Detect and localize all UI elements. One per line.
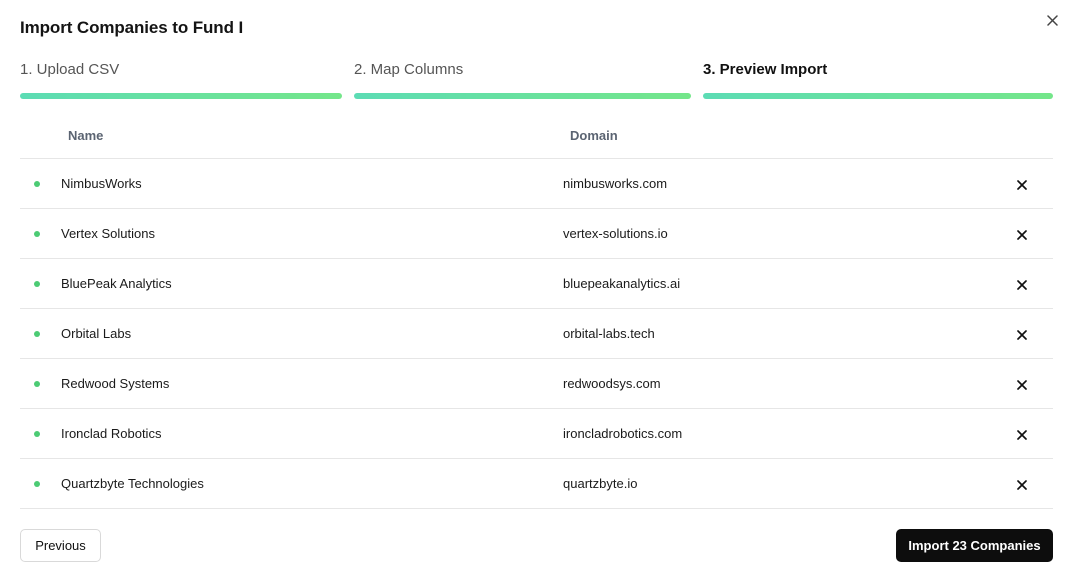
status-dot bbox=[34, 381, 40, 387]
status-dot bbox=[34, 481, 40, 487]
remove-row-button[interactable] bbox=[1014, 327, 1030, 343]
company-domain: redwoodsys.com bbox=[563, 376, 661, 391]
import-modal: Import Companies to Fund I 1. Upload CSV… bbox=[0, 0, 1072, 583]
x-icon bbox=[1017, 230, 1027, 240]
status-dot bbox=[34, 281, 40, 287]
company-name: Redwood Systems bbox=[61, 376, 170, 391]
company-name: Quartzbyte Technologies bbox=[61, 476, 204, 491]
import-companies-button[interactable]: Import 23 Companies bbox=[896, 529, 1053, 562]
company-domain: vertex-solutions.io bbox=[563, 226, 668, 241]
status-dot bbox=[34, 231, 40, 237]
company-domain: quartzbyte.io bbox=[563, 476, 638, 491]
company-name: Vertex Solutions bbox=[61, 226, 155, 241]
status-dot bbox=[34, 181, 40, 187]
status-dot bbox=[34, 431, 40, 437]
company-name: Ironclad Robotics bbox=[61, 426, 162, 441]
company-name: BluePeak Analytics bbox=[61, 276, 172, 291]
company-domain: ironcladrobotics.com bbox=[563, 426, 683, 441]
table-row: Redwood Systems redwoodsys.com bbox=[20, 359, 1053, 409]
modal-title: Import Companies to Fund I bbox=[20, 18, 244, 37]
column-header-domain: Domain bbox=[570, 128, 618, 143]
remove-row-button[interactable] bbox=[1014, 377, 1030, 393]
remove-row-button[interactable] bbox=[1014, 227, 1030, 243]
remove-row-button[interactable] bbox=[1014, 277, 1030, 293]
table-row: Vertex Solutions vertex-solutions.io bbox=[20, 209, 1053, 259]
company-domain: nimbusworks.com bbox=[563, 176, 668, 191]
remove-row-button[interactable] bbox=[1014, 177, 1030, 193]
x-icon bbox=[1017, 280, 1027, 290]
step-progress-bar bbox=[703, 93, 1053, 99]
step-progress-bar bbox=[20, 93, 342, 99]
step-preview-import: 3. Preview Import bbox=[703, 61, 1053, 101]
table-row: Orbital Labs orbital-labs.tech bbox=[20, 309, 1053, 359]
step-map-columns: 2. Map Columns bbox=[354, 61, 691, 101]
table-header: Name Domain bbox=[20, 111, 1053, 159]
remove-row-button[interactable] bbox=[1014, 427, 1030, 443]
step-progress-bar bbox=[354, 93, 691, 99]
close-button[interactable] bbox=[1042, 10, 1062, 30]
x-icon bbox=[1017, 380, 1027, 390]
company-name: Orbital Labs bbox=[61, 326, 132, 341]
column-header-name: Name bbox=[68, 128, 104, 143]
table-row: Ironclad Robotics ironcladrobotics.com bbox=[20, 409, 1053, 459]
company-name: NimbusWorks bbox=[61, 176, 142, 191]
preview-table: Name Domain NimbusWorks nimbusworks.com … bbox=[20, 111, 1053, 509]
step-label: 2. Map Columns bbox=[354, 61, 464, 78]
close-icon bbox=[1046, 14, 1058, 26]
x-icon bbox=[1017, 180, 1027, 190]
step-label: 3. Preview Import bbox=[703, 61, 828, 78]
previous-button[interactable]: Previous bbox=[20, 529, 101, 562]
status-dot bbox=[34, 331, 40, 337]
step-label: 1. Upload CSV bbox=[20, 61, 120, 78]
remove-row-button[interactable] bbox=[1014, 477, 1030, 493]
step-upload-csv: 1. Upload CSV bbox=[20, 61, 342, 101]
x-icon bbox=[1017, 480, 1027, 490]
table-row: BluePeak Analytics bluepeakanalytics.ai bbox=[20, 259, 1053, 309]
x-icon bbox=[1017, 430, 1027, 440]
x-icon bbox=[1017, 330, 1027, 340]
company-domain: orbital-labs.tech bbox=[563, 326, 655, 341]
company-domain: bluepeakanalytics.ai bbox=[563, 276, 681, 291]
table-row: Quartzbyte Technologies quartzbyte.io bbox=[20, 459, 1053, 509]
table-row: NimbusWorks nimbusworks.com bbox=[20, 159, 1053, 209]
